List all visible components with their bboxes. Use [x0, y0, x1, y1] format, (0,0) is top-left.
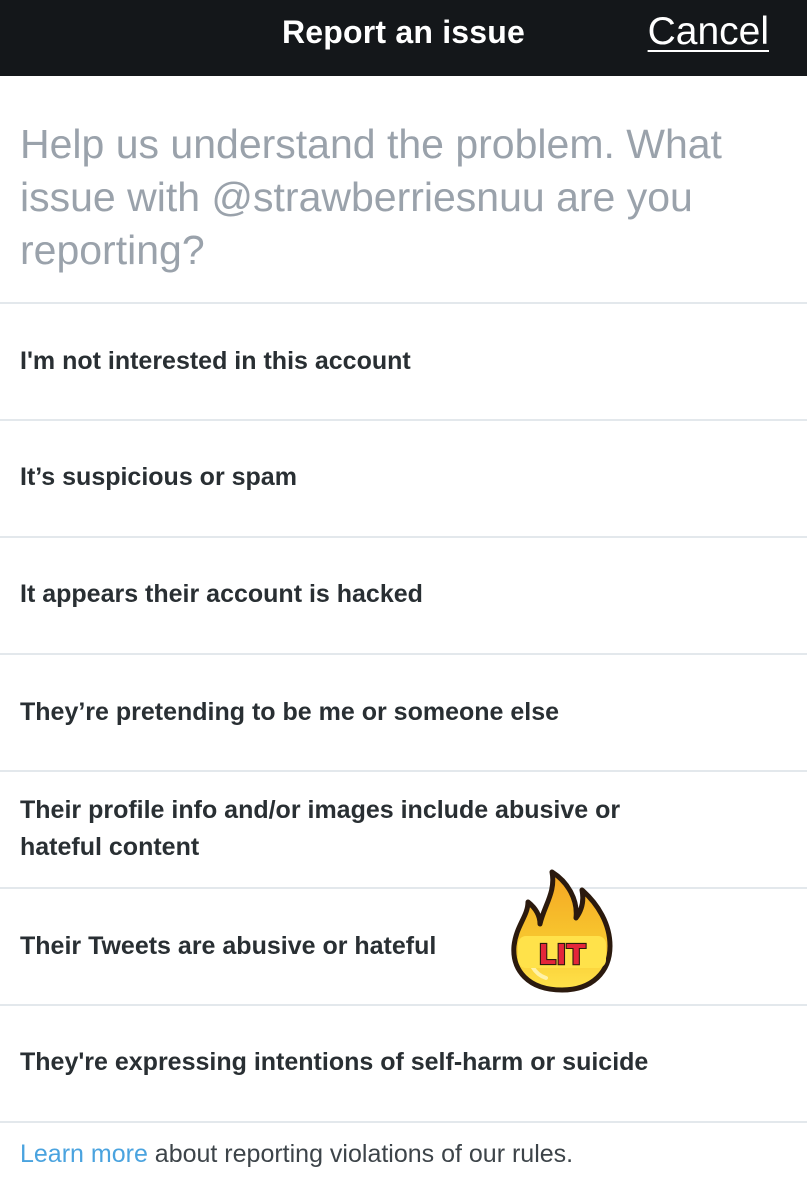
learn-more-link[interactable]: Learn more — [20, 1140, 148, 1168]
footer-text: about reporting violations of our rules. — [147, 1140, 574, 1168]
option-label: I'm not interested in this account — [20, 347, 411, 375]
option-abusive-profile[interactable]: Their profile info and/or images include… — [0, 772, 807, 888]
sticker-text: LIT — [538, 938, 585, 971]
option-self-harm[interactable]: They're expressing intentions of self-ha… — [0, 1006, 807, 1122]
footer-note: Learn more about reporting violations of… — [20, 1140, 573, 1169]
option-account-hacked[interactable]: It appears their account is hacked — [0, 538, 807, 654]
divider — [0, 1121, 807, 1123]
option-abusive-tweets[interactable]: Their Tweets are abusive or hateful — [0, 889, 807, 1005]
option-impersonation[interactable]: They’re pretending to be me or someone e… — [0, 655, 807, 771]
option-not-interested[interactable]: I'm not interested in this account — [0, 304, 807, 420]
fire-icon: LIT — [511, 869, 613, 993]
option-suspicious-spam[interactable]: It’s suspicious or spam — [0, 421, 807, 537]
option-label: It’s suspicious or spam — [20, 463, 297, 491]
option-label: Their profile info and/or images include… — [20, 796, 621, 861]
navigation-bar: Report an issue Cancel — [0, 0, 807, 76]
report-prompt: Help us understand the problem. What iss… — [20, 121, 722, 273]
lit-sticker: LIT — [506, 866, 618, 994]
option-label: They’re pretending to be me or someone e… — [20, 698, 560, 726]
option-label: They're expressing intentions of self-ha… — [20, 1048, 649, 1076]
option-label: It appears their account is hacked — [20, 580, 423, 608]
cancel-button[interactable]: Cancel — [648, 10, 769, 54]
